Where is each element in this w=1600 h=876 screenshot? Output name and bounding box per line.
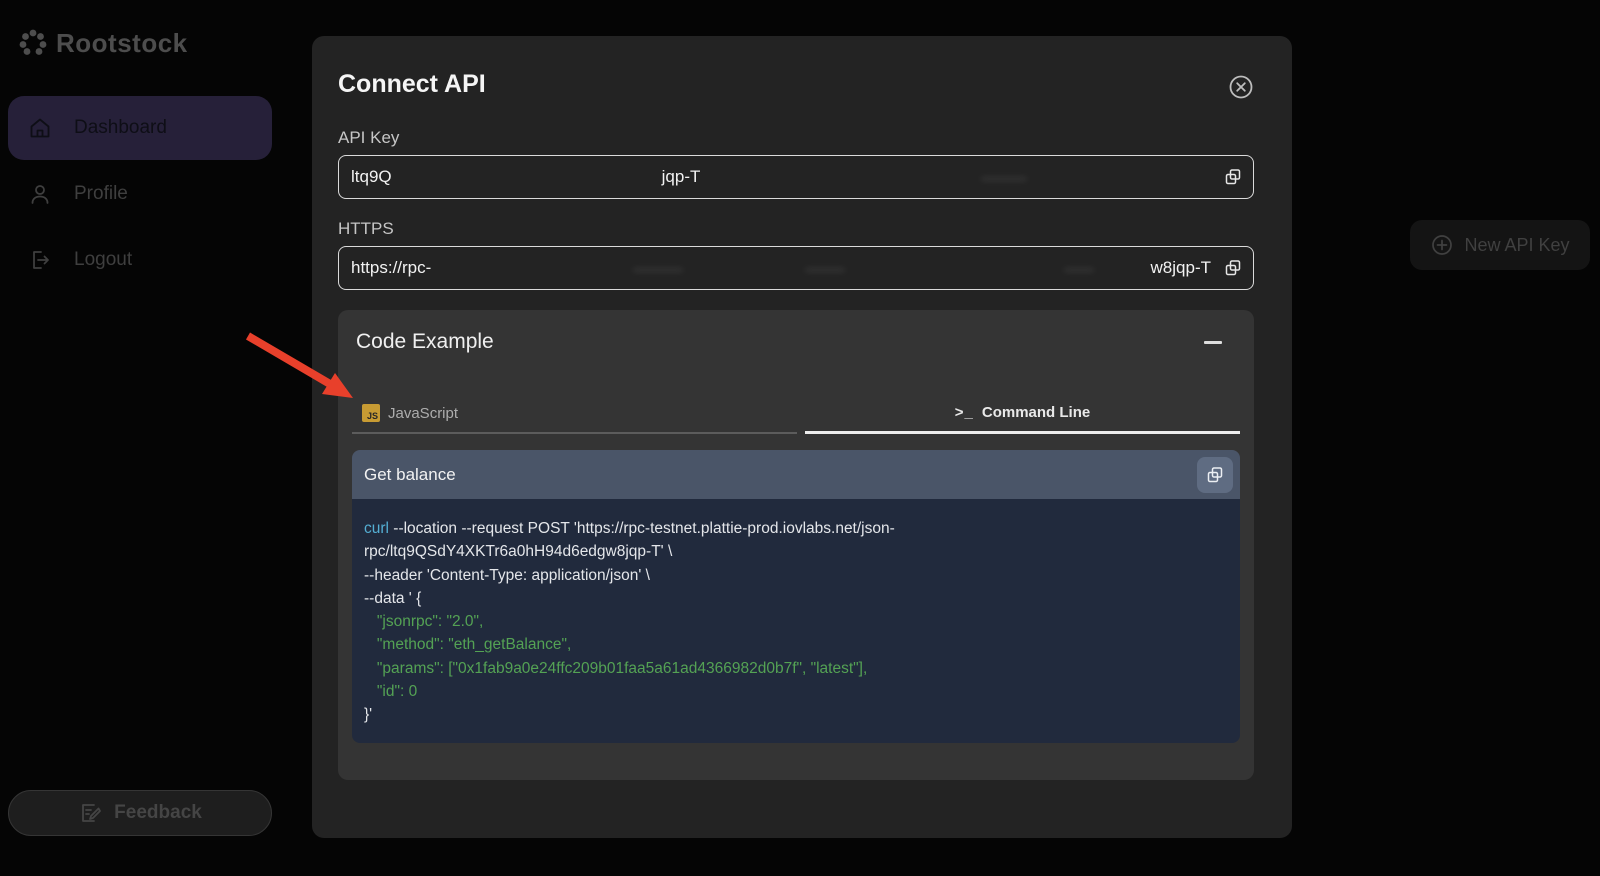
redacted-blur: [1064, 268, 1094, 272]
new-api-key-button[interactable]: New API Key: [1410, 220, 1590, 270]
sidebar-item-logout[interactable]: Logout: [8, 238, 272, 282]
sidebar-item-dashboard[interactable]: Dashboard: [8, 96, 272, 160]
connect-api-modal: Connect API API Key ltq9Q jqp-T HTTPS ht…: [312, 36, 1292, 838]
snippet-header: Get balance: [352, 450, 1240, 499]
tab-command-line-label: Command Line: [982, 404, 1090, 421]
home-icon: [28, 116, 52, 140]
tab-command-line[interactable]: >_ Command Line: [805, 394, 1240, 434]
feedback-button[interactable]: Feedback: [8, 790, 272, 836]
api-key-value-start: ltq9Q: [351, 167, 392, 187]
plus-circle-icon: [1430, 233, 1454, 257]
api-key-field[interactable]: ltq9Q jqp-T: [338, 155, 1254, 199]
copy-code-button[interactable]: [1197, 457, 1233, 493]
https-value-start: https://rpc-: [351, 258, 431, 278]
terminal-prompt-icon: >_: [955, 404, 974, 421]
redacted-blur: [633, 268, 683, 272]
redacted-blur: [805, 268, 845, 272]
code-snippet: Get balance curl --location --request PO…: [352, 450, 1240, 743]
logo-text: Rootstock: [56, 28, 188, 59]
https-label: HTTPS: [338, 219, 1254, 239]
https-field[interactable]: https://rpc- w8jqp-T: [338, 246, 1254, 290]
code-language-tabs: JS JavaScript >_ Command Line: [352, 394, 1240, 434]
code-line: }': [364, 703, 1228, 726]
code-line: "method": "eth_getBalance",: [364, 633, 1228, 656]
sidebar: Rootstock Dashboard Profile Logout: [0, 0, 288, 876]
code-block[interactable]: curl --location --request POST 'https://…: [352, 499, 1240, 743]
code-example-card: Code Example JS JavaScript >_ Command Li…: [338, 310, 1254, 780]
sidebar-item-label: Dashboard: [74, 117, 167, 139]
https-value-end: w8jqp-T: [1151, 258, 1211, 278]
code-line: --header 'Content-Type: application/json…: [364, 564, 1228, 587]
rootstock-logo-icon: [16, 26, 50, 60]
copy-https-icon[interactable]: [1223, 258, 1243, 278]
code-line: "jsonrpc": "2.0",: [364, 610, 1228, 633]
close-icon[interactable]: [1228, 74, 1254, 100]
new-api-key-label: New API Key: [1464, 235, 1569, 256]
feedback-edit-icon: [78, 801, 102, 825]
user-icon: [28, 182, 52, 206]
tab-javascript-label: JavaScript: [388, 405, 458, 422]
tab-javascript[interactable]: JS JavaScript: [352, 394, 797, 434]
sidebar-item-profile[interactable]: Profile: [8, 172, 272, 216]
modal-title: Connect API: [338, 70, 486, 99]
copy-api-key-icon[interactable]: [1223, 167, 1243, 187]
code-example-title: Code Example: [356, 330, 494, 354]
code-line: curl --location --request POST 'https://…: [364, 517, 1228, 540]
snippet-title: Get balance: [364, 465, 456, 485]
sidebar-item-label: Profile: [74, 183, 128, 205]
logout-icon: [28, 248, 52, 272]
collapse-icon[interactable]: [1204, 341, 1222, 344]
code-line: --data ' {: [364, 587, 1228, 610]
sidebar-item-label: Logout: [74, 249, 132, 271]
api-key-label: API Key: [338, 128, 1254, 148]
redacted-blur: [981, 177, 1027, 181]
code-line: "params": ["0x1fab9a0e24ffc209b01faa5a61…: [364, 657, 1228, 680]
code-line: "id": 0: [364, 680, 1228, 703]
api-key-value-mid: jqp-T: [662, 167, 701, 187]
feedback-label: Feedback: [114, 802, 202, 824]
code-line: rpc/ltq9QSdY4XKTr6a0hH94d6edgw8jqp-T' \: [364, 540, 1228, 563]
javascript-icon: JS: [362, 404, 380, 422]
rootstock-logo: Rootstock: [16, 26, 188, 60]
